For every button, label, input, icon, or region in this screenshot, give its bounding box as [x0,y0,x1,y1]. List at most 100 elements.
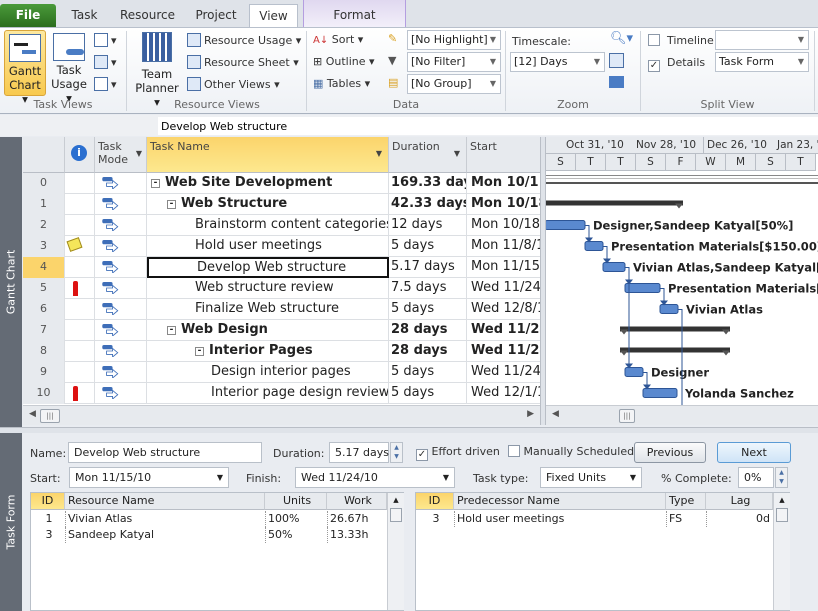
predecessors-cell[interactable]: FS [666,511,706,527]
tab-format[interactable]: Format [303,0,406,28]
start-cell[interactable]: Wed 12/1/1 [467,383,540,404]
dependency-link[interactable] [643,372,648,387]
scroll-thumb[interactable]: ||| [40,409,60,423]
task-mode-cell[interactable] [95,320,147,341]
dependency-link[interactable] [678,309,683,406]
outline-button[interactable]: ⊞ Outline ▾ [313,55,375,68]
resource-sheet-button[interactable]: Resource Sheet ▾ [187,55,299,69]
task-bar[interactable] [584,241,604,251]
task-name-cell[interactable]: Design interior pages [147,362,389,383]
summary-end-marker[interactable] [675,203,683,209]
duration-cell[interactable]: 5 days [389,299,467,320]
task-row[interactable]: 7 -Web Design28 daysWed 11/24 [23,320,540,341]
complete-field[interactable]: 0% [738,467,774,488]
predecessors-cell[interactable]: Hold user meetings [454,511,666,527]
scroll-thumb[interactable]: ||| [619,409,635,423]
duration-cell[interactable]: 5 days [389,383,467,404]
task-mode-cell[interactable] [95,278,147,299]
resources-cell[interactable]: Sandeep Katyal [65,527,265,543]
next-button[interactable]: Next [717,442,791,463]
lag-header[interactable]: Lag [706,493,773,510]
summary-end-marker[interactable] [722,329,730,335]
timeline-checkbox[interactable]: Timeline [648,34,714,47]
resources-cell[interactable]: 100% [265,511,327,527]
resource-id-header[interactable]: ID [31,493,65,510]
task-mode-cell[interactable] [95,257,147,278]
row-id[interactable]: 3 [23,236,65,257]
collapse-icon[interactable]: - [195,347,204,356]
finish-field[interactable]: Wed 11/24/10 ▼ [295,467,455,488]
duration-cell[interactable]: 42.33 days [389,194,467,215]
duration-cell[interactable]: 5.17 days [389,257,467,278]
zoom-button[interactable]: 🔍︎▾ [610,31,633,46]
tab-task[interactable]: Task [62,4,107,28]
selected-tasks-icon[interactable] [609,76,624,88]
task-name-cell[interactable]: - Web Design [147,320,389,341]
task-name-cell[interactable]: Develop Web structure [147,257,389,278]
row-id[interactable]: 8 [23,341,65,362]
entire-project-icon[interactable] [609,53,624,68]
effort-driven-checkbox[interactable]: ✓ Effort driven [416,445,500,461]
task-mode-cell[interactable] [95,194,147,215]
row-id[interactable]: 0 [23,173,65,194]
summary-bar[interactable] [620,326,730,332]
duration-cell[interactable]: 5 days [389,362,467,383]
manually-scheduled-checkbox[interactable]: Manually Scheduled [508,445,634,458]
work-header[interactable]: Work [327,493,387,510]
task-row[interactable]: 3 Hold user meetings 5 days Mon 11/8/1 [23,236,540,257]
duration-cell[interactable]: 7.5 days [389,278,467,299]
predecessors-cell[interactable]: 3 [416,511,454,527]
complete-stepper[interactable]: ▲ ▼ [775,467,788,488]
dependency-link[interactable] [660,288,665,303]
task-name-header[interactable]: Task Name ▼ [147,137,389,173]
resources-cell[interactable]: 13.33h [327,527,387,543]
task-bar[interactable] [659,304,679,314]
dependency-link[interactable] [585,225,590,240]
duration-cell[interactable]: 28 days [389,320,467,341]
start-cell[interactable]: Wed 11/24 [467,320,540,341]
predecessors-scrollbar[interactable]: ▲ [773,493,790,610]
task-name-cell[interactable]: Hold user meetings [147,236,389,257]
dependency-link[interactable] [660,288,665,303]
task-row[interactable]: 10 Interior page design review 5 days Wed 1… [23,383,540,404]
row-id[interactable]: 1 [23,194,65,215]
resources-scrollbar[interactable]: ▲ [387,493,404,610]
person-icon[interactable] [73,281,78,296]
previous-button[interactable]: Previous [634,442,706,463]
person-icon[interactable] [73,386,78,401]
indicators-header[interactable]: i [65,137,95,173]
select-all-corner[interactable] [23,137,65,173]
tab-resource[interactable]: Resource [115,4,180,28]
task-mode-header[interactable]: Task Mode ▼ [95,137,147,173]
start-cell[interactable]: Mon 11/8/1 [467,236,540,257]
task-mode-cell[interactable] [95,383,147,404]
dependency-link[interactable] [585,225,590,240]
task-mode-cell[interactable] [95,215,147,236]
tables-button[interactable]: ▦ Tables ▾ [313,77,370,90]
duration-field[interactable]: 5.17 days [329,442,389,463]
dependency-link[interactable] [603,246,608,261]
timeline-select[interactable]: ▼ [715,30,809,50]
resource-usage-button[interactable]: Resource Usage ▾ [187,33,301,47]
task-name-cell[interactable]: Brainstorm content categories [147,215,389,236]
task-row[interactable]: 0 -Web Site Development169.33 daysMon 10/… [23,173,540,194]
task-row[interactable]: 4 Develop Web structure 5.17 days Mon 11/15… [23,257,540,278]
summary-start-marker[interactable] [620,329,628,335]
row-id[interactable]: 5 [23,278,65,299]
task-mode-cell[interactable] [95,173,147,194]
summary-end-marker[interactable] [722,350,730,356]
collapse-icon[interactable]: - [151,179,160,188]
task-name-cell[interactable]: - Interior Pages [147,341,389,362]
predecessor-id-header[interactable]: ID [416,493,454,510]
start-cell[interactable]: Mon 10/1 [467,173,540,194]
details-select[interactable]: Task Form ▼ [715,52,809,72]
duration-cell[interactable]: 28 days [389,341,467,362]
gantt-horizontal-scrollbar[interactable]: ◀ ||| [546,405,818,425]
row-id[interactable]: 10 [23,383,65,404]
task-mode-cell[interactable] [95,362,147,383]
task-mode-cell[interactable] [95,299,147,320]
task-mode-cell[interactable] [95,341,147,362]
filter-select[interactable]: [No Filter] ▼ [407,52,501,72]
predecessor-name-header[interactable]: Predecessor Name [454,493,666,510]
dependency-link[interactable] [625,267,630,282]
